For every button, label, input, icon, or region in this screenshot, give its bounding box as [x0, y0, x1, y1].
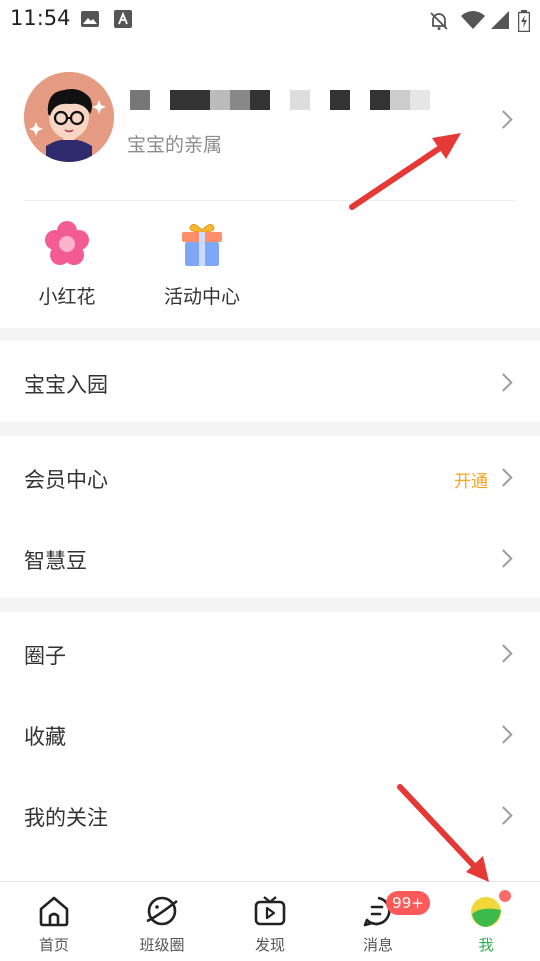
quick-action-label: 小红花	[38, 286, 96, 308]
menu-section-social: 圈子 收藏 我的关注	[0, 612, 540, 881]
menu-item-member-center[interactable]: 会员中心 开通	[0, 436, 540, 517]
menu-item-label: 宝宝入园	[24, 373, 108, 397]
chevron-right-icon	[494, 725, 513, 744]
tab-label: 发现	[254, 936, 285, 954]
tv-play-icon	[253, 894, 287, 928]
menu-item-following[interactable]: 我的关注	[0, 774, 540, 855]
menu-item-wisdom-beans[interactable]: 智慧豆	[0, 517, 540, 598]
menu-item-label: 收藏	[24, 725, 66, 749]
chevron-right-icon	[494, 644, 513, 663]
status-bar: 11:54	[0, 0, 540, 38]
menu-item-label: 智慧豆	[24, 549, 87, 573]
profile-subtitle: 宝宝的亲属	[127, 134, 223, 156]
status-time: 11:54	[10, 6, 71, 30]
chevron-right-icon	[494, 468, 513, 487]
profile-chevron-icon[interactable]	[494, 110, 513, 129]
menu-item-label: 我的关注	[24, 806, 108, 830]
notification-dot	[499, 890, 511, 902]
quick-action-flowers[interactable]: 小红花	[24, 220, 110, 309]
quick-action-label: 活动中心	[163, 286, 240, 308]
bottom-tab-bar: 首页 班级圈 发现 消息 我	[0, 881, 540, 961]
menu-item-label: 圈子	[24, 644, 66, 668]
menu-section-membership: 会员中心 开通 智慧豆	[0, 436, 540, 598]
menu-item-favorites[interactable]: 收藏	[0, 693, 540, 774]
tab-label: 我	[478, 936, 494, 954]
quick-action-events[interactable]: 活动中心	[152, 220, 252, 309]
tab-label: 首页	[38, 936, 69, 954]
font-icon	[114, 10, 132, 32]
chevron-right-icon	[494, 373, 513, 392]
tab-discover[interactable]: 发现	[216, 882, 324, 961]
battery-icon	[517, 10, 531, 36]
gift-icon	[178, 220, 226, 268]
tab-class-circle[interactable]: 班级圈	[108, 882, 216, 961]
tab-label: 消息	[362, 936, 393, 954]
divider	[24, 200, 516, 201]
cartoon-boy-avatar	[24, 72, 114, 162]
home-icon	[37, 894, 71, 928]
planet-icon	[145, 894, 179, 928]
bell-off-icon	[428, 10, 450, 36]
flower-icon	[43, 220, 91, 268]
menu-item-label: 会员中心	[24, 468, 108, 492]
open-membership-hint[interactable]: 开通	[454, 467, 488, 492]
tab-me[interactable]: 我	[432, 882, 540, 961]
me-avatar-icon	[469, 894, 503, 928]
tab-home[interactable]: 首页	[0, 882, 108, 961]
menu-item-baby-enroll[interactable]: 宝宝入园	[0, 341, 540, 422]
profile-card: 宝宝的亲属 小红花 活动中心	[0, 38, 540, 328]
menu-section-enroll: 宝宝入园	[0, 341, 540, 422]
chevron-right-icon	[494, 806, 513, 825]
redacted-username	[130, 90, 430, 110]
menu-item-circle[interactable]: 圈子	[0, 612, 540, 693]
avatar[interactable]	[24, 72, 114, 162]
tab-label: 班级圈	[139, 936, 185, 954]
chevron-right-icon	[494, 549, 513, 568]
wifi-icon	[460, 10, 486, 34]
image-icon	[80, 10, 100, 32]
message-count-badge: 99+	[386, 891, 430, 915]
signal-icon	[490, 10, 510, 34]
